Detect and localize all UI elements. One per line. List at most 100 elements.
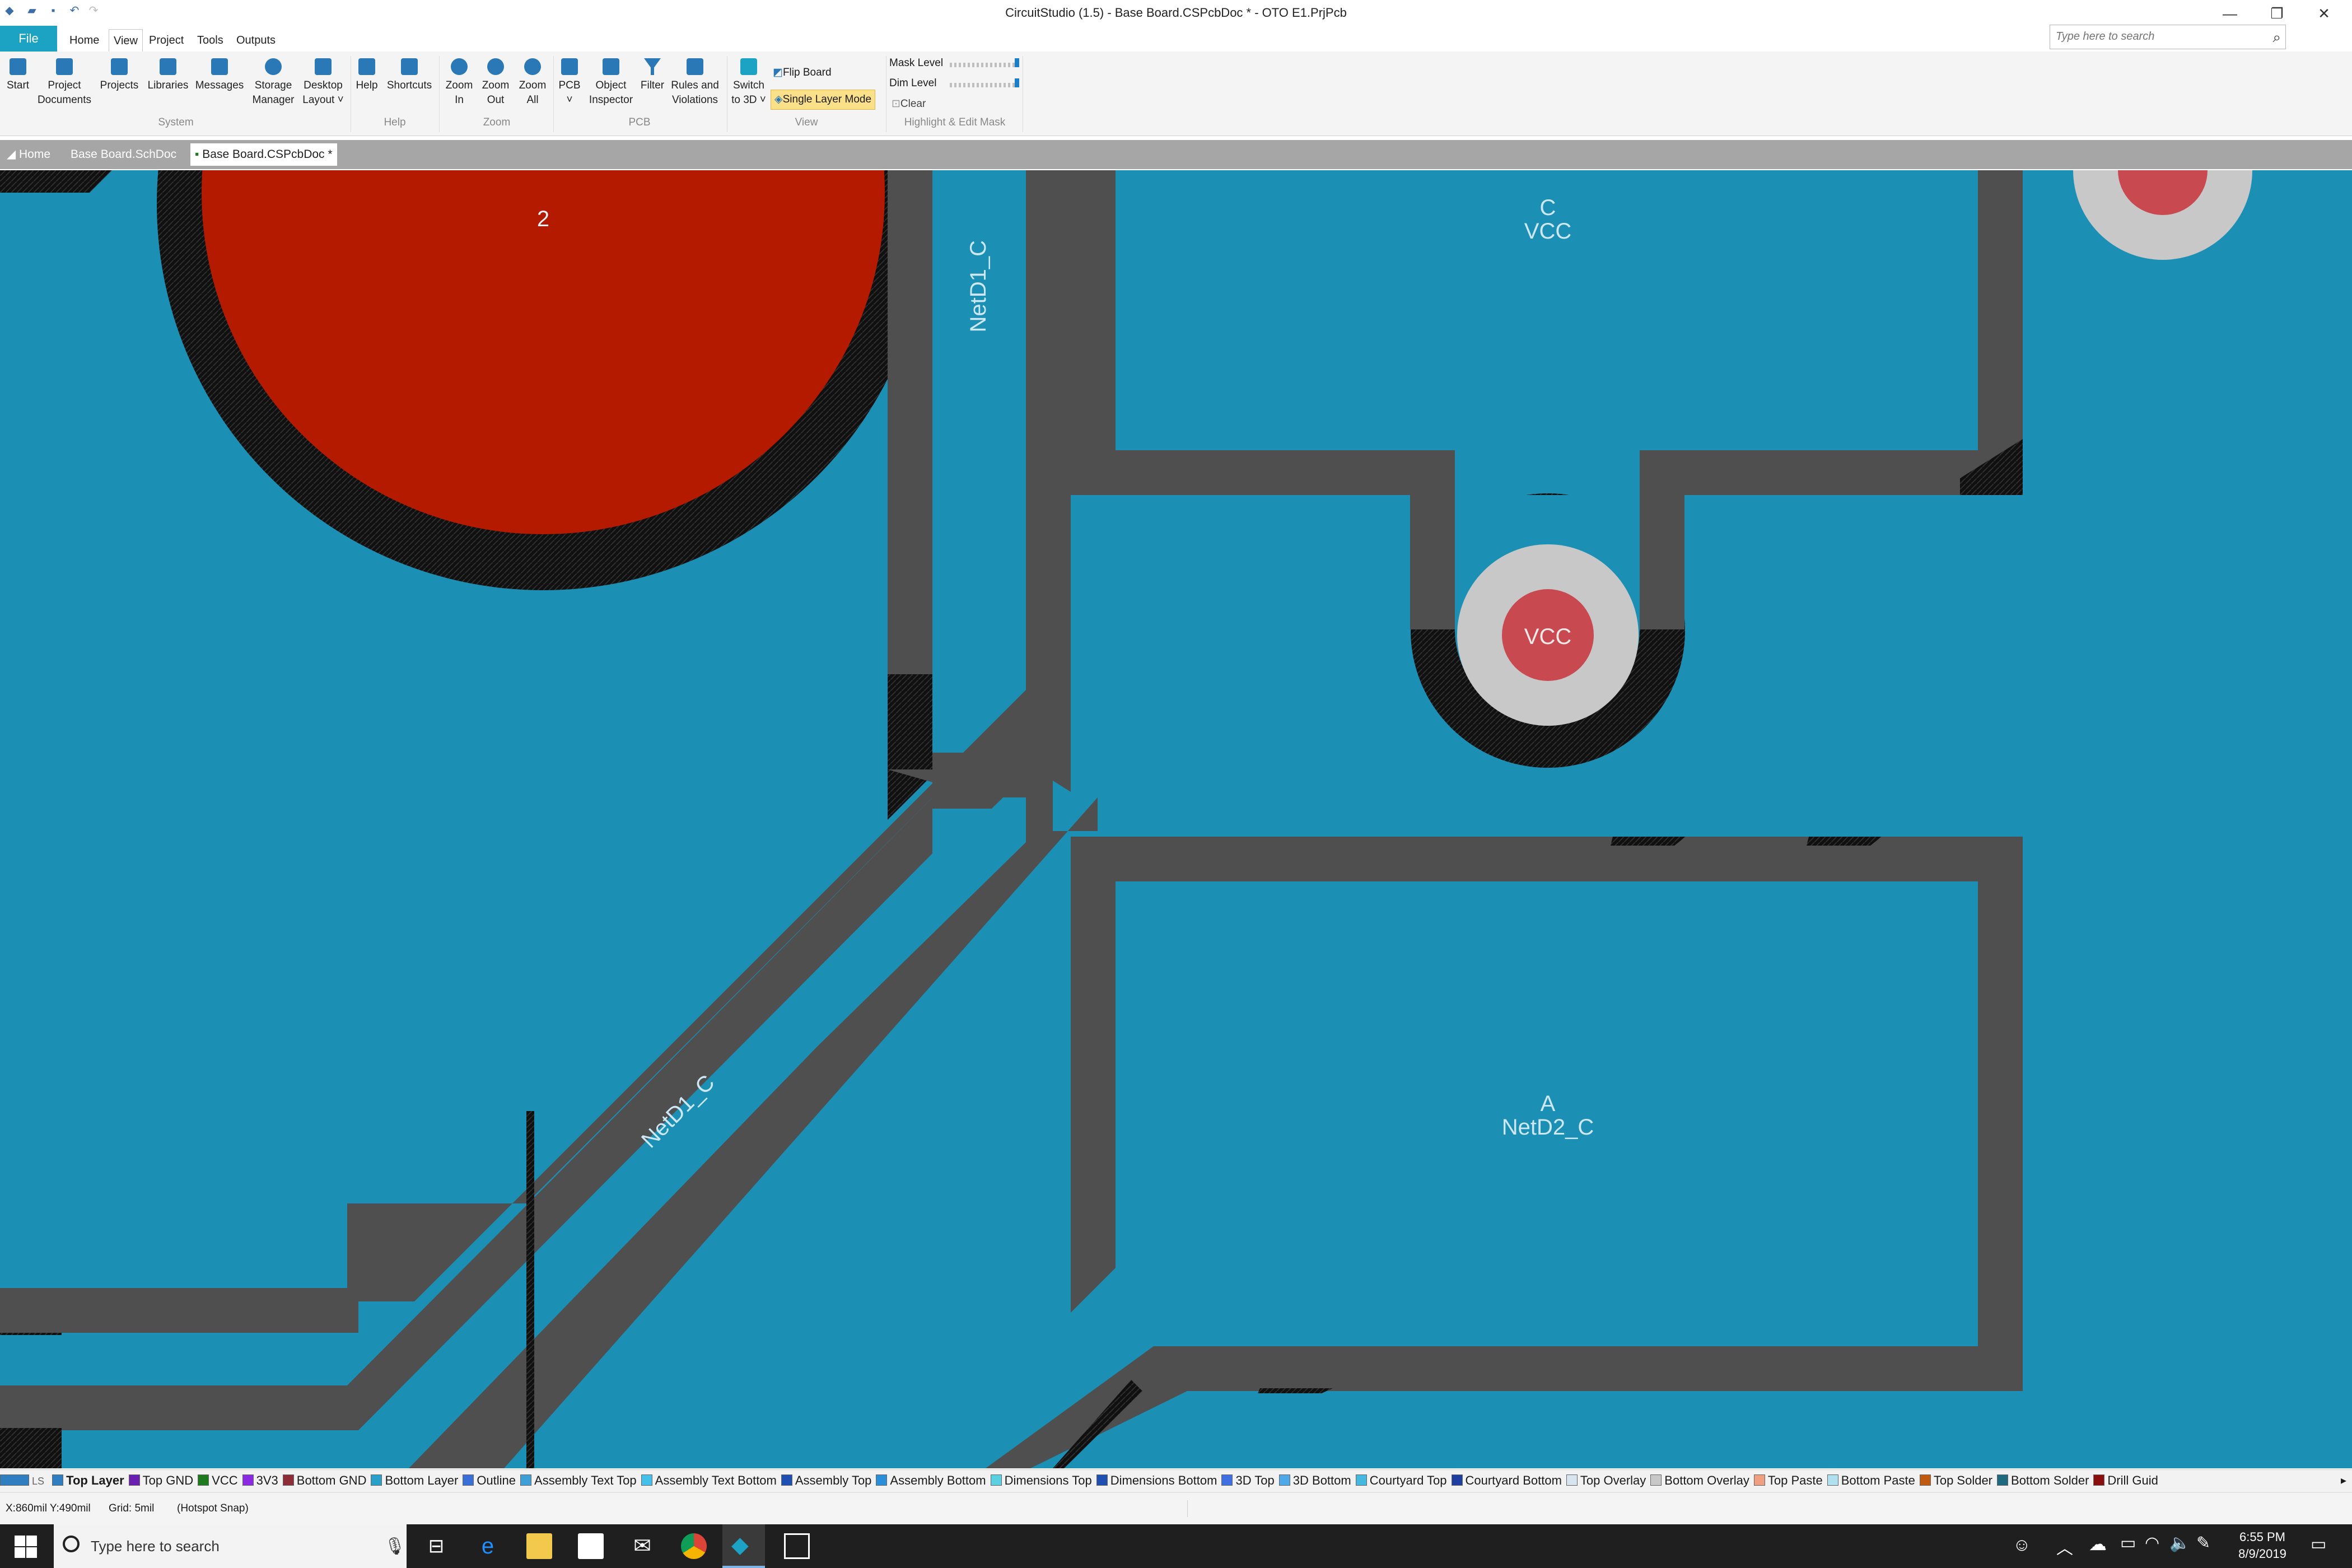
layer-tab[interactable]: Bottom Solder: [1997, 1470, 2089, 1491]
edge-browser-icon[interactable]: e: [475, 1533, 501, 1559]
layer-tab[interactable]: Dimensions Top: [990, 1470, 1092, 1491]
network-icon[interactable]: ◠: [2145, 1533, 2159, 1553]
layer-tab[interactable]: Courtyard Bottom: [1451, 1470, 1562, 1491]
redo-icon[interactable]: ↷: [87, 4, 100, 17]
projects-button[interactable]: Projects: [96, 58, 142, 93]
file-tab[interactable]: File: [0, 26, 57, 52]
onedrive-icon[interactable]: ☁: [2089, 1533, 2107, 1555]
volume-icon[interactable]: 🔈: [2169, 1533, 2190, 1553]
doc-tab-home[interactable]: ◢ Home: [2, 143, 55, 166]
rules-violations-button[interactable]: Rules and Violations: [668, 58, 722, 108]
layer-tab[interactable]: Top Layer: [52, 1470, 124, 1491]
layer-tab[interactable]: 3V3: [242, 1470, 278, 1491]
tab-home[interactable]: Home: [65, 29, 104, 52]
messages-button[interactable]: Messages: [194, 58, 245, 93]
layer-color-swatch: [1827, 1474, 1838, 1486]
close-button[interactable]: ✕: [2307, 1, 2341, 26]
layer-color-swatch: [990, 1474, 1002, 1486]
filter-button[interactable]: Filter: [638, 58, 666, 93]
file-explorer-icon[interactable]: [526, 1533, 552, 1559]
mail-icon[interactable]: ✉: [629, 1533, 655, 1559]
pen-icon[interactable]: ✎: [2196, 1533, 2210, 1553]
current-layer-indicator[interactable]: LS: [0, 1470, 44, 1491]
help-button[interactable]: Help: [353, 58, 381, 93]
people-icon[interactable]: ☺: [2013, 1534, 2031, 1555]
tab-project[interactable]: Project: [144, 29, 188, 52]
show-hidden-icons-icon[interactable]: ︿: [2056, 1534, 2073, 1559]
layer-tab[interactable]: Assembly Text Top: [520, 1470, 637, 1491]
layer-tab[interactable]: Top Solder: [1919, 1470, 1992, 1491]
battery-icon[interactable]: ▭: [2120, 1533, 2136, 1553]
ribbon-search[interactable]: ⌕: [2050, 25, 2286, 49]
zoom-in-button[interactable]: Zoom In: [442, 58, 476, 108]
dim-level-slider[interactable]: [950, 83, 1020, 87]
switch-to-3d-button[interactable]: Switch to 3D ˅: [729, 58, 768, 108]
layer-tab[interactable]: Assembly Text Bottom: [641, 1470, 777, 1491]
layer-tab[interactable]: Bottom Layer: [371, 1470, 458, 1491]
libraries-button[interactable]: Libraries: [143, 58, 193, 93]
circuitstudio-taskbar-button[interactable]: ◆: [722, 1524, 765, 1568]
tab-tools[interactable]: Tools: [193, 29, 228, 52]
layer-tab[interactable]: Drill Guid: [2093, 1470, 2158, 1491]
layer-tab-label: Assembly Bottom: [890, 1473, 986, 1487]
layer-tab[interactable]: Top Overlay: [1566, 1470, 1646, 1491]
app-logo-icon[interactable]: ◆: [3, 4, 16, 17]
photos-icon[interactable]: [784, 1533, 810, 1559]
layer-tab[interactable]: Bottom Paste: [1827, 1470, 1915, 1491]
pcb-button[interactable]: PCB ˅: [556, 58, 584, 108]
task-view-icon[interactable]: ⊟: [423, 1533, 449, 1559]
layer-color-swatch: [198, 1474, 209, 1486]
mask-level-slider[interactable]: [950, 63, 1020, 67]
layer-tab[interactable]: Top GND: [128, 1470, 193, 1491]
start-button[interactable]: Start: [4, 58, 31, 93]
minimize-button[interactable]: —: [2213, 1, 2247, 26]
ribbon: Start Project Documents Projects Librarie…: [0, 52, 2352, 136]
doc-tab-schdoc[interactable]: Base Board.SchDoc: [66, 143, 181, 166]
shortcuts-button[interactable]: Shortcuts: [383, 58, 436, 93]
undo-icon[interactable]: ↶: [68, 4, 81, 17]
start-label: Start: [6, 80, 30, 91]
open-icon[interactable]: ▰: [26, 4, 38, 17]
layer-tab[interactable]: Assembly Top: [781, 1470, 871, 1491]
layer-tab[interactable]: Outline: [463, 1470, 516, 1491]
project-documents-button[interactable]: Project Documents: [34, 58, 95, 108]
taskbar-search-box[interactable]: Type here to search 🎙: [54, 1524, 407, 1568]
layer-tab[interactable]: Courtyard Top: [1355, 1470, 1447, 1491]
clear-button[interactable]: ⊡Clear: [892, 97, 926, 110]
layer-tab[interactable]: VCC: [198, 1470, 238, 1491]
layer-tab[interactable]: Assembly Bottom: [876, 1470, 986, 1491]
flip-board-button[interactable]: ◩Flip Board: [773, 65, 832, 81]
layer-scroll-right-icon[interactable]: ▸: [2341, 1470, 2346, 1491]
search-icon[interactable]: ⌕: [2272, 29, 2281, 46]
layer-tab[interactable]: Top Paste: [1753, 1470, 1823, 1491]
chrome-icon[interactable]: [681, 1533, 707, 1559]
microphone-icon[interactable]: 🎙: [384, 1537, 405, 1556]
zoom-out-button[interactable]: Zoom Out: [478, 58, 513, 108]
dim-level-thumb[interactable]: [1015, 78, 1019, 87]
store-icon[interactable]: [578, 1533, 604, 1559]
layer-color-swatch: [1451, 1474, 1463, 1486]
projects-icon: [111, 58, 128, 75]
pcb-canvas[interactable]: 2 NetD1_C NetD1_C C VCC VCC A NetD2_C: [0, 170, 2352, 1468]
layer-tab[interactable]: 3D Top: [1221, 1470, 1275, 1491]
layer-tab[interactable]: Bottom GND: [282, 1470, 366, 1491]
layer-tab[interactable]: Dimensions Bottom: [1096, 1470, 1217, 1491]
zoom-all-button[interactable]: Zoom All: [515, 58, 550, 108]
action-center-icon[interactable]: ▭: [2311, 1534, 2326, 1554]
layer-tab[interactable]: 3D Bottom: [1278, 1470, 1351, 1491]
tab-outputs[interactable]: Outputs: [232, 29, 280, 52]
windows-start-icon[interactable]: [13, 1534, 38, 1559]
mask-level-thumb[interactable]: [1015, 58, 1019, 67]
layer-color-swatch: [371, 1474, 382, 1486]
layer-tab[interactable]: Bottom Overlay: [1650, 1470, 1749, 1491]
taskbar-clock[interactable]: 6:55 PM 8/9/2019: [2229, 1529, 2296, 1562]
single-layer-mode-button[interactable]: ◈Single Layer Mode: [771, 90, 876, 110]
object-inspector-button[interactable]: Object Inspector: [585, 58, 637, 108]
desktop-layout-button[interactable]: Desktop Layout ˅: [300, 58, 346, 108]
doc-tab-pcbdoc[interactable]: ▪ Base Board.CSPcbDoc *: [190, 143, 337, 166]
tab-view[interactable]: View: [109, 29, 143, 52]
restore-button[interactable]: ❐: [2260, 1, 2294, 26]
storage-manager-button[interactable]: Storage Manager: [248, 58, 299, 108]
save-icon[interactable]: ▪: [47, 4, 59, 17]
search-input[interactable]: [2055, 25, 2258, 48]
